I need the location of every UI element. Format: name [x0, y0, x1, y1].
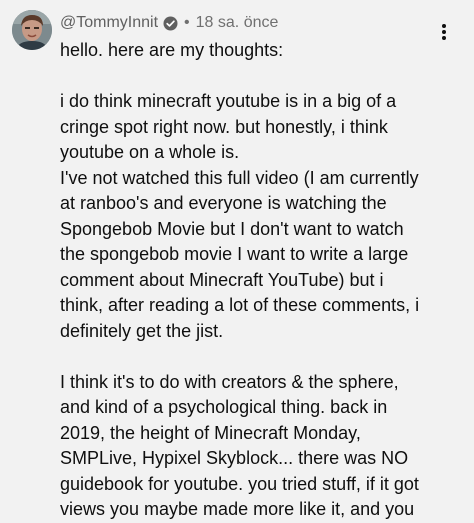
comment-line: I've not watched this full video (I am c… — [60, 167, 419, 188]
header-separator: • — [184, 14, 190, 31]
comment-line — [60, 64, 460, 90]
comment-line: Spongebob Movie but I don't want to watc… — [60, 218, 404, 239]
comment: @TommyInnit • 18 sa. önce hello. here ar… — [0, 0, 474, 519]
comment-line: SMPLive, Hypixel Skyblock... there was N… — [60, 448, 409, 468]
comment-line: and kind of a psychological thing. back … — [60, 397, 388, 417]
comment-line: youtube on a whole is. — [60, 142, 240, 162]
author-handle[interactable]: @TommyInnit — [60, 14, 158, 32]
avatar-image — [12, 10, 52, 50]
comment-line: at ranboo's and everyone is watching the — [60, 193, 387, 213]
comment-line: guidebook for youtube. you tried stuff, … — [60, 473, 419, 494]
comment-header: @TommyInnit • 18 sa. önce — [60, 12, 278, 34]
comment-line: the spongebob movie I want to write a la… — [60, 244, 409, 264]
comment-line: I think it's to do with creators & the s… — [60, 371, 399, 392]
comment-line: 2019, the height of Minecraft Monday, — [60, 422, 361, 443]
comment-line: cringe spot right now. but honestly, i t… — [60, 116, 388, 137]
comment-line: hello. here are my thoughts: — [60, 40, 284, 60]
comment-timestamp[interactable]: 18 sa. önce — [196, 14, 279, 32]
comment-line — [60, 344, 460, 370]
comment-line: i do think minecraft youtube is in a big… — [60, 91, 397, 111]
comment-body: hello. here are my thoughts: i do think … — [60, 38, 460, 523]
avatar[interactable] — [12, 10, 52, 50]
comment-line: definitely get the jist. — [60, 320, 224, 341]
comment-line: views you maybe made more like it, and y… — [60, 499, 415, 519]
comment-line: think, after reading a lot of these comm… — [60, 295, 420, 315]
verified-check-icon — [163, 16, 178, 31]
comment-line: comment about Minecraft YouTube) but i — [60, 269, 384, 290]
